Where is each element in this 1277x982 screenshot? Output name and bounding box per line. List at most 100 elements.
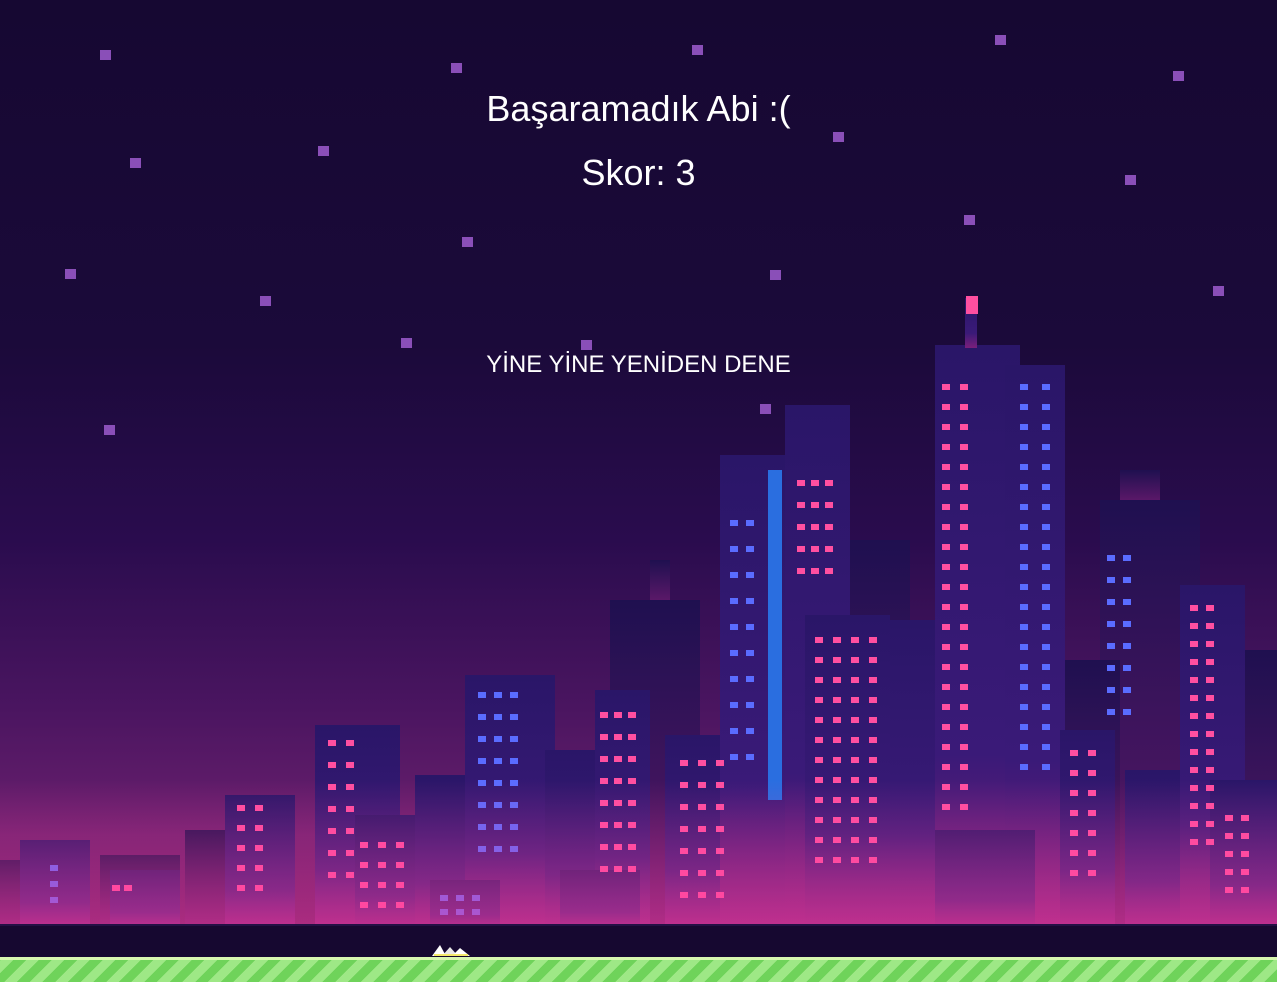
window [1070,750,1078,756]
window [1206,623,1214,629]
window [600,734,608,740]
window [1107,709,1115,715]
window [833,677,841,683]
window [1206,767,1214,773]
window [614,756,622,762]
building-back [650,560,670,600]
window [510,692,518,698]
window [851,677,859,683]
window [1190,623,1198,629]
window [942,584,950,590]
window [960,464,968,470]
window [1020,384,1028,390]
window [1123,599,1131,605]
tower-light [768,470,782,800]
window [825,524,833,530]
window [851,757,859,763]
window [833,757,841,763]
window [960,584,968,590]
window [942,684,950,690]
window [960,684,968,690]
window [746,624,754,630]
window [1190,749,1198,755]
window [746,650,754,656]
window [1190,731,1198,737]
window [494,714,502,720]
window [851,717,859,723]
window [960,424,968,430]
window [1107,687,1115,693]
window [811,546,819,552]
window [942,664,950,670]
window [1206,605,1214,611]
window [510,758,518,764]
window [746,754,754,760]
window [730,520,738,526]
window [1088,770,1096,776]
window [746,728,754,734]
window [1042,444,1050,450]
window [478,714,486,720]
window [1020,524,1028,530]
window [1107,621,1115,627]
score-value: 3 [675,152,696,193]
window [942,404,950,410]
window [1020,544,1028,550]
window [960,484,968,490]
window [746,702,754,708]
window [746,676,754,682]
window [1206,749,1214,755]
window [614,734,622,740]
window [960,644,968,650]
window [833,637,841,643]
window [1107,577,1115,583]
window [730,676,738,682]
city-skyline [0,296,1277,930]
window [614,712,622,718]
window [869,677,877,683]
game-over-title: Başaramadık Abi :( [486,88,791,129]
horizon-glow [0,780,1277,930]
window [869,737,877,743]
window [746,598,754,604]
retry-button[interactable]: YİNE YİNE YENİDEN DENE [470,348,807,382]
window [1020,484,1028,490]
window [1020,664,1028,670]
window [1020,444,1028,450]
window [730,754,738,760]
window [942,444,950,450]
window [833,737,841,743]
window [1042,584,1050,590]
window [600,712,608,718]
window [716,760,724,766]
window [1020,684,1028,690]
window [960,604,968,610]
window [1190,659,1198,665]
window [942,424,950,430]
window [1088,750,1096,756]
window [328,740,336,746]
window [960,764,968,770]
window [510,736,518,742]
window [869,757,877,763]
window [960,744,968,750]
window [851,737,859,743]
window [1042,604,1050,610]
window [1042,664,1050,670]
window [1042,464,1050,470]
window [1206,731,1214,737]
window [815,677,823,683]
window [960,724,968,730]
window [1020,724,1028,730]
window [1042,624,1050,630]
window [1190,767,1198,773]
window [1123,709,1131,715]
window [1042,544,1050,550]
window [942,504,950,510]
window [869,657,877,663]
window [494,736,502,742]
window [1042,504,1050,510]
window [628,734,636,740]
window [942,484,950,490]
window [1020,504,1028,510]
